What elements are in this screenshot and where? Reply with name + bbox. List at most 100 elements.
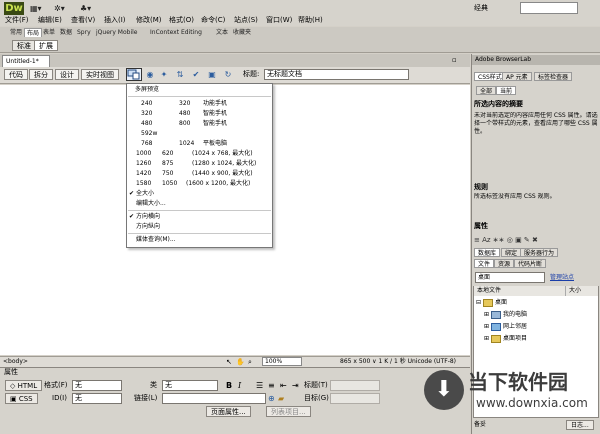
page-properties-button[interactable]: 页面属性...	[206, 406, 251, 417]
tab-snippets[interactable]: 代码片断	[514, 259, 547, 268]
menu-item-size[interactable]: 1580 1050 (1600 x 1200, 最大化)	[136, 179, 276, 189]
html-mode-button[interactable]: ◇ HTML	[5, 380, 43, 391]
check-browser-icon[interactable]: ✔	[190, 69, 202, 80]
menu-item-portrait[interactable]: 方向纵向	[136, 222, 276, 232]
column-local-files[interactable]: 本地文件	[474, 286, 566, 296]
refresh-icon[interactable]: ↻	[222, 69, 234, 80]
site-select[interactable]: 桌面	[475, 272, 545, 283]
list-item-button[interactable]: 列表项目...	[266, 406, 311, 417]
menu-item-size[interactable]: 240 320 功能手机	[141, 99, 281, 109]
zoom-tool-icon[interactable]: ⌕	[248, 357, 252, 367]
indent-icon[interactable]: ⇥	[292, 380, 299, 391]
menu-item-full-size[interactable]: ✔ 全大小	[129, 189, 269, 199]
tab-server-behaviors[interactable]: 服务器行为	[520, 248, 559, 257]
class-select[interactable]: 无	[162, 380, 218, 391]
insert-tab-data[interactable]: 数据	[58, 28, 74, 37]
hand-tool-icon[interactable]: ✋	[236, 357, 245, 367]
menu-item-landscape[interactable]: ✔ 方向横向	[129, 212, 269, 222]
unordered-list-icon[interactable]: ☰	[256, 380, 263, 391]
subtab-expanded[interactable]: 扩展	[34, 40, 58, 51]
menu-item-size[interactable]: 1420 750 (1440 x 900, 最大化)	[136, 169, 276, 179]
multiscreen-preview-button[interactable]	[126, 68, 142, 81]
insert-tab-text[interactable]: 文本	[214, 28, 230, 37]
ordered-list-icon[interactable]: ≡	[268, 380, 275, 391]
id-select[interactable]: 无	[72, 393, 122, 404]
column-size[interactable]: 大小	[566, 286, 598, 296]
layout-menu-icon[interactable]: ▦▾	[30, 3, 42, 14]
menu-item-size[interactable]: 1260 875 (1280 x 1024, 最大化)	[136, 159, 276, 169]
extend-icon[interactable]: ♣▾	[80, 3, 91, 14]
tab-tag-inspector[interactable]: 标签检查器	[534, 72, 573, 81]
tab-databases[interactable]: 数据库	[474, 248, 501, 257]
debug-icon[interactable]: ✦	[158, 69, 170, 80]
globe-icon[interactable]: ◉	[144, 69, 156, 80]
file-management-icon[interactable]: ⇅	[174, 69, 186, 80]
bold-button[interactable]: B	[226, 380, 232, 391]
tab-ap-elements[interactable]: AP 元素	[502, 72, 532, 81]
browserlab-panel-header[interactable]: Adobe BrowserLab	[472, 55, 600, 65]
menu-item-size[interactable]: 592w	[141, 129, 281, 139]
manage-sites-link[interactable]: 管理站点	[550, 272, 574, 283]
insert-tab-common[interactable]: 常用	[8, 28, 24, 37]
subtab-all[interactable]: 全部	[476, 86, 497, 95]
menu-item-size[interactable]: 480 800 智能手机	[141, 119, 281, 129]
format-label: 格式(F)	[44, 381, 68, 389]
menu-help[interactable]: 帮助(H)	[298, 15, 323, 26]
visual-aids-icon[interactable]: ▣	[206, 69, 218, 80]
insert-tab-incontext[interactable]: InContext Editing	[148, 28, 204, 37]
split-view-button[interactable]: 拆分	[29, 69, 53, 80]
tab-bindings[interactable]: 绑定	[501, 248, 522, 257]
tab-files[interactable]: 文件	[474, 259, 495, 268]
menu-modify[interactable]: 修改(M)	[136, 15, 162, 26]
italic-button[interactable]: I	[238, 380, 241, 391]
menu-item-media-query[interactable]: 媒体查询(M)...	[136, 235, 276, 245]
gear-icon[interactable]: ✲▾	[54, 3, 65, 14]
insert-tab-forms[interactable]: 表单	[41, 28, 57, 37]
menu-item-size[interactable]: 768 1024 平板电脑	[141, 139, 281, 149]
select-tool-icon[interactable]: ↖	[226, 357, 232, 367]
tree-item-desktop[interactable]: ⊟ 桌面	[476, 298, 507, 308]
menu-edit[interactable]: 编辑(E)	[38, 15, 62, 26]
tree-item-desktop-items[interactable]: ⊞ 桌面项目	[484, 334, 527, 344]
document-tab[interactable]: Untitled-1*	[2, 55, 50, 67]
menu-item-size[interactable]: 320 480 智能手机	[141, 109, 281, 119]
insert-tab-favorites[interactable]: 收藏夹	[231, 28, 253, 37]
css-panel-toolbar[interactable]: ≡ Az ∗∗ ◎ ▣ ✎ ✖	[474, 236, 538, 245]
menu-command[interactable]: 命令(C)	[201, 15, 225, 26]
menu-item-size[interactable]: 1000 620 (1024 x 768, 最大化)	[136, 149, 276, 159]
live-view-button[interactable]: 实时视图	[81, 69, 119, 80]
zoom-select[interactable]: 100%	[262, 357, 302, 366]
target-select[interactable]	[330, 393, 380, 404]
subtab-current[interactable]: 当前	[496, 86, 517, 95]
tag-selector[interactable]: <body>	[3, 357, 28, 367]
menu-item-edit-sizes[interactable]: 编辑大小...	[136, 199, 276, 209]
menu-window[interactable]: 窗口(W)	[266, 15, 292, 26]
subtab-standard[interactable]: 标准	[12, 40, 36, 51]
tab-assets[interactable]: 资源	[494, 259, 515, 268]
menu-item-multiscreen[interactable]: 多屏预览	[135, 85, 275, 95]
insert-tab-jquery[interactable]: jQuery Mobile	[94, 28, 140, 37]
design-view-button[interactable]: 设计	[55, 69, 79, 80]
code-view-button[interactable]: 代码	[4, 69, 28, 80]
css-mode-button[interactable]: ▣ CSS	[5, 393, 38, 404]
help-search-input[interactable]	[520, 2, 578, 14]
browse-folder-icon[interactable]: ▰	[278, 393, 284, 404]
log-button[interactable]: 日志...	[566, 420, 594, 430]
menu-format[interactable]: 格式(O)	[169, 15, 194, 26]
page-title-input[interactable]: 无标题文档	[264, 69, 409, 80]
restore-window-icon[interactable]: ▫	[452, 56, 457, 64]
insert-tab-spry[interactable]: Spry	[75, 28, 93, 37]
menu-view[interactable]: 查看(V)	[71, 15, 95, 26]
tree-item-network[interactable]: ⊞ 网上邻居	[484, 322, 527, 332]
workspace-switcher[interactable]: 经典	[474, 2, 518, 14]
menu-insert[interactable]: 插入(I)	[104, 15, 126, 26]
tree-item-my-computer[interactable]: ⊞ 我的电脑	[484, 310, 527, 320]
menu-site[interactable]: 站点(S)	[234, 15, 258, 26]
insert-tab-layout[interactable]: 布局	[24, 28, 43, 37]
outdent-icon[interactable]: ⇤	[280, 380, 287, 391]
title-field[interactable]	[330, 380, 380, 391]
link-input[interactable]	[162, 393, 266, 404]
menu-file[interactable]: 文件(F)	[5, 15, 29, 26]
point-to-file-icon[interactable]: ⊕	[268, 393, 275, 404]
format-select[interactable]: 无	[72, 380, 122, 391]
